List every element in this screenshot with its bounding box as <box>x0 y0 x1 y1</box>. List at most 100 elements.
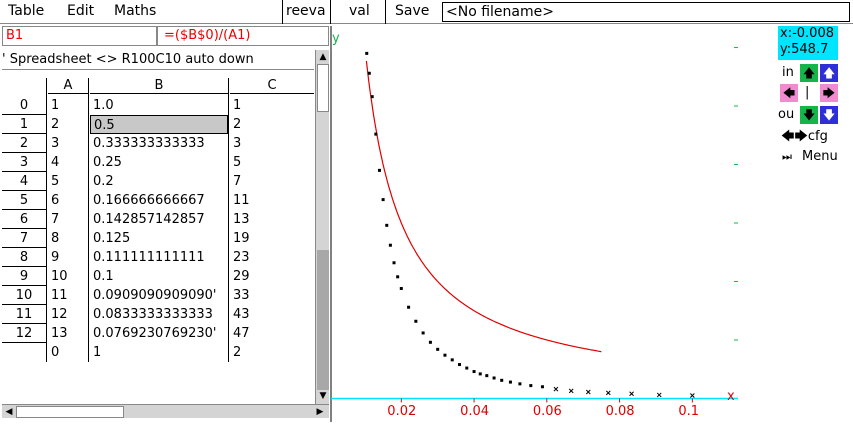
cell-c[interactable]: 19 <box>230 229 314 248</box>
table-row[interactable]: 3 4 0.25 5 <box>2 153 314 172</box>
cell-a[interactable]: 1 <box>48 96 88 115</box>
row-number[interactable]: 1 <box>2 115 46 134</box>
zoom-out-label[interactable]: ou <box>778 106 794 124</box>
cell-b[interactable]: 0.5 <box>90 115 228 134</box>
arrow-left-icon[interactable]: 🡄 <box>780 84 798 102</box>
cell-a[interactable]: 11 <box>48 286 88 305</box>
cell-c[interactable]: 11 <box>230 191 314 210</box>
cell-b[interactable]: 0.333333333333 <box>90 134 228 153</box>
cell-c[interactable]: 1 <box>230 96 314 115</box>
arrow-left-icon[interactable]: 🡄 <box>781 129 794 144</box>
cell-b[interactable]: 1 <box>90 343 228 362</box>
scroll-up-icon[interactable]: ▲ <box>317 51 329 63</box>
cell-b[interactable]: 0.0909090909090' <box>90 286 228 305</box>
row-number[interactable]: 8 <box>2 248 46 267</box>
scrollbar-thumb[interactable] <box>16 406 124 418</box>
cell-b[interactable]: 0.142857142857 <box>90 210 228 229</box>
cell-c[interactable]: 5 <box>230 153 314 172</box>
center-button[interactable]: | <box>805 84 809 102</box>
arrow-up-icon[interactable]: 🡅 <box>820 64 838 82</box>
cell-c[interactable]: 23 <box>230 248 314 267</box>
cell-b[interactable]: 0.1 <box>90 267 228 286</box>
table-row[interactable]: 8 9 0.111111111111 23 <box>2 248 314 267</box>
table-row[interactable]: 6 7 0.142857142857 13 <box>2 210 314 229</box>
filename-field[interactable]: <No filename> <box>442 2 850 22</box>
cell-a[interactable]: 12 <box>48 305 88 324</box>
row-number[interactable]: 0 <box>2 96 46 115</box>
reeval-button[interactable]: reeva <box>286 3 326 19</box>
cell-c[interactable]: 3 <box>230 134 314 153</box>
menu-maths[interactable]: Maths <box>114 3 156 19</box>
config-button[interactable]: cfg <box>808 129 828 144</box>
scrollbar-track[interactable] <box>317 250 329 390</box>
save-button[interactable]: Save <box>395 3 429 19</box>
plot-area[interactable]: 500100015002000250030000y0.020.040.060.0… <box>330 26 738 422</box>
zoom-in-label[interactable]: in <box>782 64 794 82</box>
cell-a[interactable]: 2 <box>48 115 88 134</box>
cell-a[interactable]: 3 <box>48 134 88 153</box>
cell-b[interactable]: 0.2 <box>90 172 228 191</box>
column-header[interactable]: A <box>48 78 88 94</box>
val-button[interactable]: val <box>349 3 370 19</box>
scroll-right-icon[interactable]: ▶ <box>314 406 326 418</box>
row-number[interactable] <box>2 343 46 362</box>
cell-c[interactable]: 7 <box>230 172 314 191</box>
row-number[interactable]: 3 <box>2 153 46 172</box>
arrow-down-icon[interactable]: 🡇 <box>800 106 818 124</box>
cell-reference-field[interactable]: B1 <box>2 26 157 46</box>
cell-b[interactable]: 1.0 <box>90 96 228 115</box>
table-row[interactable]: 12 13 0.0769230769230' 47 <box>2 324 314 343</box>
cell-c[interactable]: 2 <box>230 115 314 134</box>
cell-a[interactable]: 10 <box>48 267 88 286</box>
row-number[interactable]: 2 <box>2 134 46 153</box>
cell-a[interactable]: 5 <box>48 172 88 191</box>
cell-a[interactable]: 9 <box>48 248 88 267</box>
row-number[interactable]: 4 <box>2 172 46 191</box>
plot-svg[interactable]: 500100015002000250030000y0.020.040.060.0… <box>330 26 738 422</box>
row-number[interactable]: 5 <box>2 191 46 210</box>
row-number[interactable]: 11 <box>2 305 46 324</box>
skip-end-icon[interactable]: ⏭ <box>782 150 792 163</box>
table-row[interactable]: 9 10 0.1 29 <box>2 267 314 286</box>
cell-c[interactable]: 33 <box>230 286 314 305</box>
menu-edit[interactable]: Edit <box>67 3 94 19</box>
cell-c[interactable]: 47 <box>230 324 314 343</box>
row-number[interactable]: 6 <box>2 210 46 229</box>
cell-b[interactable]: 0.166666666667 <box>90 191 228 210</box>
cell-b[interactable]: 0.111111111111 <box>90 248 228 267</box>
table-row[interactable]: 012 <box>2 343 314 362</box>
row-number[interactable]: 9 <box>2 267 46 286</box>
vertical-scrollbar[interactable]: ▲ ▼ <box>315 50 329 404</box>
formula-input[interactable]: =($B$0)/(A1) <box>157 26 329 46</box>
column-header[interactable]: C <box>230 78 314 94</box>
cell-c[interactable]: 43 <box>230 305 314 324</box>
cell-b[interactable]: 0.125 <box>90 229 228 248</box>
arrow-right-icon[interactable]: 🡆 <box>820 84 838 102</box>
cell-b[interactable]: 0.0769230769230' <box>90 324 228 343</box>
scrollbar-thumb[interactable] <box>317 64 329 112</box>
arrow-up-icon[interactable]: 🡅 <box>800 64 818 82</box>
cell-c[interactable]: 2 <box>230 343 314 362</box>
cell-a[interactable]: 0 <box>48 343 88 362</box>
cell-a[interactable]: 8 <box>48 229 88 248</box>
cell-b[interactable]: 0.25 <box>90 153 228 172</box>
menu-button[interactable]: Menu <box>802 149 838 164</box>
table-row[interactable]: 1 2 0.5 2 <box>2 115 314 134</box>
row-number[interactable]: 7 <box>2 229 46 248</box>
scroll-down-icon[interactable]: ▼ <box>317 390 329 402</box>
cell-a[interactable]: 13 <box>48 324 88 343</box>
table-row[interactable]: 5 6 0.166666666667 11 <box>2 191 314 210</box>
table-row[interactable]: 7 8 0.125 19 <box>2 229 314 248</box>
cell-b[interactable]: 0.0833333333333 <box>90 305 228 324</box>
table-row[interactable]: 11 12 0.0833333333333 43 <box>2 305 314 324</box>
table-row[interactable]: 4 5 0.2 7 <box>2 172 314 191</box>
cell-c[interactable]: 13 <box>230 210 314 229</box>
table-row[interactable]: 2 3 0.333333333333 3 <box>2 134 314 153</box>
scroll-left-icon[interactable]: ◀ <box>3 406 15 418</box>
cell-a[interactable]: 4 <box>48 153 88 172</box>
cell-a[interactable]: 6 <box>48 191 88 210</box>
column-header[interactable]: B <box>90 78 228 94</box>
table-row[interactable]: 0 1 1.0 1 <box>2 96 314 115</box>
menu-table[interactable]: Table <box>8 3 44 19</box>
cell-c[interactable]: 29 <box>230 267 314 286</box>
